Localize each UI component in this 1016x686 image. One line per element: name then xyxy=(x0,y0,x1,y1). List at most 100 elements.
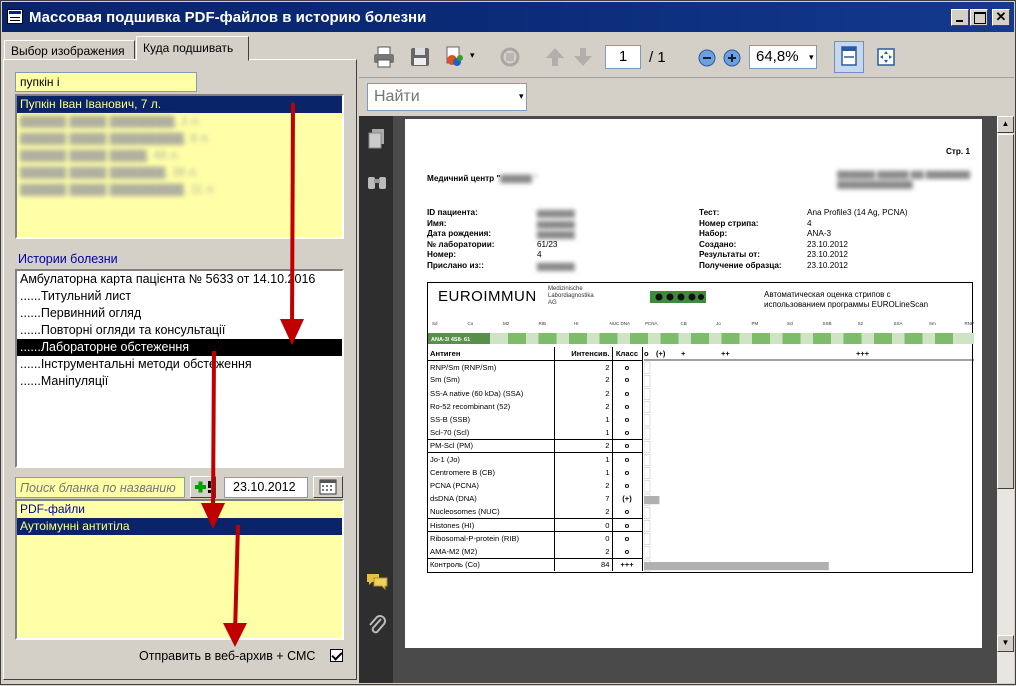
canvas-bottom xyxy=(393,648,997,683)
class-cell: o xyxy=(612,386,643,400)
scroll-up-button[interactable]: ▲ xyxy=(997,116,1014,133)
sync-icon xyxy=(500,47,520,67)
antigen-cell: Centromere B (CB) xyxy=(428,465,555,479)
intensity-cell: 1 xyxy=(554,451,613,466)
find-input[interactable] xyxy=(367,83,527,111)
strip-segment xyxy=(721,333,740,344)
results-table: Антиген Интенсив. Класс RNP/Sm (RNP/Sm) 2 o Sm… xyxy=(428,347,643,572)
intensity-bar-frame xyxy=(644,533,651,546)
class-cell: o xyxy=(612,399,643,413)
antigen-cell: dsDNA (DNA) xyxy=(428,492,555,506)
antigen-cell: Контроль (Co) xyxy=(428,557,555,572)
class-cell: o xyxy=(612,373,643,387)
results-row: Centromere B (CB) 1 o xyxy=(428,465,643,479)
strip-logo xyxy=(650,291,706,303)
class-cell: o xyxy=(612,438,643,453)
intensity-bars: o (+) + ++ +++ xyxy=(644,349,974,572)
chevron-down-icon[interactable]: ▾ xyxy=(470,50,475,61)
chevron-down-icon[interactable]: ▾ xyxy=(809,52,814,63)
page-total: / 1 xyxy=(649,49,666,66)
patient-field-value: ▇▇▇▇▇▇ xyxy=(537,209,575,218)
close-button[interactable]: ✕ xyxy=(992,9,1010,26)
strip-tick-label: RIB xyxy=(539,321,547,326)
intensity-bar-frame xyxy=(644,374,651,387)
intensity-bar-frame xyxy=(644,546,651,559)
antigen-cell: Jo-1 (Jo) xyxy=(428,451,555,466)
vertical-scrollbar[interactable]: ▲ ▼ xyxy=(997,116,1014,683)
test-field-label: Номер стрипа: xyxy=(699,218,759,228)
brand-logo: EUROIMMUN xyxy=(438,288,537,305)
results-row: Sm (Sm) 2 o xyxy=(428,373,643,387)
test-field-value: 23.10.2012 xyxy=(807,250,848,260)
strip-segment xyxy=(843,333,862,344)
page-label: Стр. 1 xyxy=(945,147,970,156)
antigen-cell: Ribosomal-P-protein (RIB) xyxy=(428,531,555,545)
strip-tick-label: Sm xyxy=(929,321,936,326)
class-cell: o xyxy=(612,451,643,466)
intensity-cell: 1 xyxy=(554,412,613,427)
intensity-cell: 1 xyxy=(554,426,613,440)
scale-label: + xyxy=(681,349,686,358)
scale-label: (+) xyxy=(656,349,666,358)
results-row: Ribosomal-P-protein (RIB) 0 o xyxy=(428,531,643,545)
class-cell: (+) xyxy=(612,492,643,506)
class-cell: o xyxy=(612,412,643,427)
results-row: SS-A native (60 kDa) (SSA) 2 o xyxy=(428,386,643,400)
antigen-cell: Sm (Sm) xyxy=(428,373,555,387)
strip-tick-label: M2 xyxy=(503,321,510,326)
intensity-bar xyxy=(644,496,660,505)
scale-label: +++ xyxy=(856,349,870,358)
comments-icon[interactable] xyxy=(365,571,389,591)
minimize-button[interactable] xyxy=(951,9,969,26)
class-cell: o xyxy=(612,544,643,558)
test-strip: Sd Co M2 RIB HI NUC DNA PCNA CB Jo PM Scl SSB 52 SSA S… xyxy=(428,321,974,344)
zoom-in-icon[interactable] xyxy=(720,46,744,70)
strip-tick-label: 52 xyxy=(858,321,864,326)
arrow-up-icon xyxy=(546,48,564,66)
maximize-button[interactable] xyxy=(970,9,988,26)
strip-tick-label: SSB xyxy=(823,321,832,326)
scroll-thumb[interactable] xyxy=(997,134,1014,489)
antigen-cell: Histones (HI) xyxy=(428,517,555,532)
fit-width-button[interactable] xyxy=(834,41,864,73)
pdf-viewer: ▾ 1 / 1 64,8% ▾ Найти ▾ Стр. 1 Медичний … xyxy=(359,36,1014,683)
class-cell: o xyxy=(612,505,643,519)
intensity-bar-frame xyxy=(644,440,651,453)
patient-field-label: Имя: xyxy=(427,218,447,228)
intensity-bar-frame xyxy=(644,414,651,427)
fit-width-icon xyxy=(841,46,857,66)
strip-segment xyxy=(935,333,953,344)
strip-name: ANA-3/ 4S8- 61 xyxy=(431,337,470,343)
fit-page-icon[interactable] xyxy=(874,45,898,69)
test-field-value: Ana Profile3 (14 Ag, PCNA) xyxy=(807,208,908,217)
export-icon[interactable] xyxy=(443,45,467,69)
strip-title: Автоматическая оценка стрипов с использов… xyxy=(764,290,929,309)
class-cell: o xyxy=(612,360,643,374)
antigen-cell: PCNA (PCNA) xyxy=(428,478,555,493)
strip-tick-label: Scl xyxy=(787,321,793,326)
tab-attach-target[interactable]: Куда подшивать xyxy=(136,36,249,61)
document-canvas[interactable]: Стр. 1 Медичний центр "▇▇▇▇▇ " ▇▇▇▇▇▇ ▇▇… xyxy=(393,116,997,648)
binoculars-icon[interactable] xyxy=(366,174,388,192)
class-cell: +++ xyxy=(612,557,643,572)
result-box: EUROIMMUN Medizinische Labordiagnostika AG… xyxy=(427,282,974,573)
intensity-bar-frame xyxy=(644,401,651,414)
center-label: Медичний центр "▇▇▇▇▇ " xyxy=(427,174,538,183)
page-number-input[interactable]: 1 xyxy=(605,45,641,69)
zoom-out-icon[interactable] xyxy=(695,46,719,70)
save-icon[interactable] xyxy=(408,45,432,69)
pages-icon[interactable] xyxy=(367,128,387,150)
viewer-side-panel xyxy=(359,116,393,683)
attachment-icon[interactable] xyxy=(367,613,387,637)
intensity-bar-frame xyxy=(644,454,651,466)
scroll-down-button[interactable]: ▼ xyxy=(997,635,1014,652)
print-icon[interactable] xyxy=(372,45,396,69)
annotation-arrowhead xyxy=(201,503,225,529)
chevron-down-icon[interactable]: ▾ xyxy=(519,91,524,102)
intensity-cell: 84 xyxy=(554,557,613,572)
strip-segment xyxy=(538,333,557,344)
intensity-cell: 0 xyxy=(554,517,613,532)
results-header-cell: Интенсив. xyxy=(554,347,613,361)
zoom-level-field[interactable]: 64,8% xyxy=(749,45,817,69)
results-row: PM-Scl (PM) 2 o xyxy=(428,438,643,453)
